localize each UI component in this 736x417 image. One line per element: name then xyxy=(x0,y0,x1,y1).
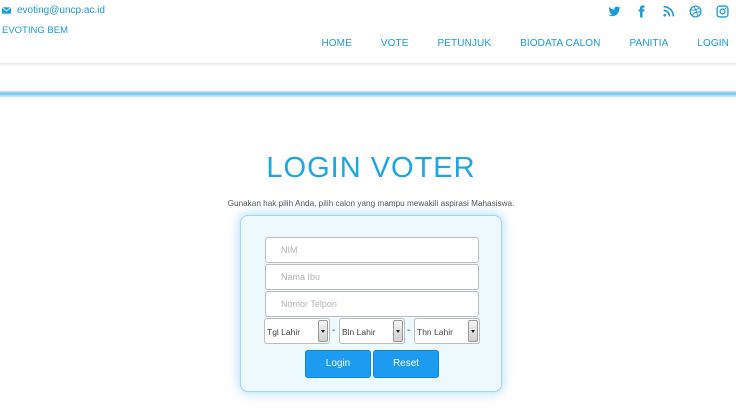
tgl-lahir-value: Tgl Lahir xyxy=(267,327,301,337)
twitter-icon[interactable] xyxy=(601,3,628,21)
chevron-down-icon[interactable] xyxy=(468,320,478,342)
date-separator: - xyxy=(332,325,336,336)
login-button[interactable]: Login xyxy=(305,350,371,378)
chevron-down-icon[interactable] xyxy=(393,320,403,342)
nim-input[interactable] xyxy=(265,237,479,263)
contact-email[interactable]: evoting@uncp.ac.id xyxy=(2,5,105,16)
nomor-telpon-input[interactable] xyxy=(265,291,479,317)
nav-home[interactable]: HOME xyxy=(321,38,351,49)
bln-lahir-select[interactable]: Bln Lahir xyxy=(339,318,405,344)
page-subtitle: Gunakan hak pilih Anda, pilih calon yang… xyxy=(227,199,515,208)
accent-band xyxy=(0,91,736,97)
header-divider xyxy=(0,63,736,66)
dribbble-icon[interactable] xyxy=(682,3,709,21)
nav-login[interactable]: LOGIN xyxy=(697,38,729,49)
nav-panitia[interactable]: PANITIA xyxy=(630,38,669,49)
main-nav: HOME VOTE PETUNJUK BIODATA CALON PANITIA… xyxy=(292,38,729,49)
rss-icon[interactable] xyxy=(655,3,682,21)
nav-vote[interactable]: VOTE xyxy=(381,38,409,49)
nama-ibu-input[interactable] xyxy=(265,264,479,290)
email-text: evoting@uncp.ac.id xyxy=(17,5,105,16)
thn-lahir-select[interactable]: Thn Lahir xyxy=(414,318,480,344)
nav-biodata-calon[interactable]: BIODATA CALON xyxy=(520,38,600,49)
login-panel: Tgl Lahir - Bln Lahir - Thn Lahir Login … xyxy=(240,215,502,392)
mail-icon xyxy=(2,7,11,14)
facebook-icon[interactable] xyxy=(628,3,655,21)
top-header: evoting@uncp.ac.id EVOTING BEM HOME VOTE… xyxy=(0,0,736,64)
bln-lahir-value: Bln Lahir xyxy=(342,327,376,337)
thn-lahir-value: Thn Lahir xyxy=(417,327,453,337)
page-title: LOGIN VOTER xyxy=(266,152,476,184)
chevron-down-icon[interactable] xyxy=(318,320,328,342)
social-links xyxy=(601,3,736,21)
date-separator: - xyxy=(407,325,411,336)
reset-button[interactable]: Reset xyxy=(373,350,439,378)
nav-petunjuk[interactable]: PETUNJUK xyxy=(438,38,492,49)
instagram-icon[interactable] xyxy=(709,3,736,21)
tgl-lahir-select[interactable]: Tgl Lahir xyxy=(264,318,330,344)
site-brand[interactable]: EVOTING BEM xyxy=(2,25,68,36)
